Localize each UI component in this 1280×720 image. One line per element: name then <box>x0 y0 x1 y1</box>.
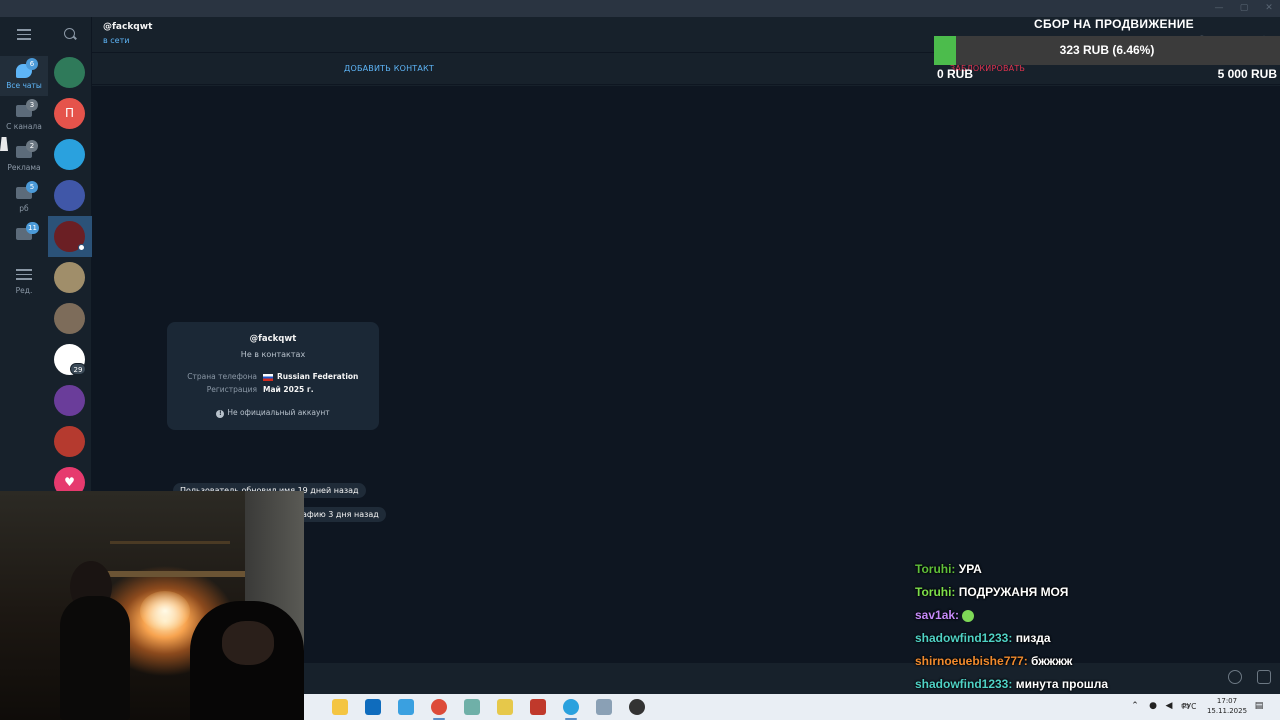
unread-badge: 11 <box>26 222 39 234</box>
donation-amount: 323 RUB (6.46%) <box>1059 43 1155 57</box>
chat-list-item[interactable]: П <box>48 93 92 134</box>
maximize-icon[interactable]: ▢ <box>1237 2 1251 14</box>
chat-username: shadowfind1233: <box>915 631 1016 645</box>
chat-text: бжжжж <box>1031 654 1073 668</box>
stream-chat-message: Toruhi: УРА <box>915 560 1275 583</box>
chat-username: Toruhi: <box>915 585 959 599</box>
notifications-icon[interactable]: ▤ <box>1254 701 1264 711</box>
donation-max: 5 000 RUB <box>1217 67 1277 81</box>
stream-chat-message: sav1ak: <box>915 606 1275 629</box>
files-icon[interactable] <box>596 699 612 715</box>
chat-list-item[interactable] <box>48 52 92 93</box>
folder-label: рб <box>19 204 29 213</box>
unread-badge: 2 <box>26 140 38 152</box>
chat-text: пизда <box>1015 631 1051 645</box>
sliders-icon <box>16 269 32 281</box>
minimize-icon[interactable]: — <box>1212 2 1226 14</box>
unread-badge: 29 <box>70 363 86 375</box>
chat-list-item[interactable] <box>48 298 92 339</box>
chat-list-item[interactable] <box>48 216 92 257</box>
obs-icon[interactable] <box>629 699 645 715</box>
unread-badge: 6 <box>26 58 38 70</box>
chrome-icon[interactable] <box>431 699 447 715</box>
clock-time: 17:07 <box>1216 697 1238 705</box>
avatar: П <box>54 98 85 129</box>
speaker-icon[interactable]: ◀ <box>1164 701 1174 711</box>
chat-username: shirnoeuebishe777: <box>915 654 1032 668</box>
avatar <box>54 385 85 416</box>
folder-from-channel[interactable]: 3 С канала <box>0 97 48 137</box>
folders-sidebar: 6 Все чаты 3 С канала 2 Реклама 5 рб 11 … <box>0 17 48 495</box>
windows-taskbar: ⌃ ● ◀ ▭ РУС 17:07 15.11.2025 ▤ <box>304 694 1280 720</box>
chat-text: УРА <box>958 562 982 576</box>
folder-rb[interactable]: 5 рб <box>0 179 48 219</box>
chat-list-item[interactable]: 29 <box>48 339 92 380</box>
clock-date: 15.11.2025 <box>1206 707 1248 715</box>
user-info-card: @fackqwt Не в контактах Страна телефона … <box>167 322 379 430</box>
chat-list-item[interactable] <box>48 257 92 298</box>
chat-text: минута прошла <box>1015 677 1109 691</box>
outlook-icon[interactable] <box>365 699 381 715</box>
stream-chat-message: shirnoeuebishe777: бжжжж <box>915 652 1275 675</box>
stream-chat-message: shadowfind1233: пизда <box>915 629 1275 652</box>
folder-label: Все чаты <box>6 81 42 90</box>
search-icon[interactable] <box>64 28 75 39</box>
info-icon: ! <box>216 410 225 418</box>
telegram-icon[interactable] <box>563 699 579 715</box>
chat-username: sav1ak: <box>915 608 963 622</box>
chat-list-item[interactable] <box>48 421 92 462</box>
folder-unnamed[interactable]: 11 <box>0 220 48 260</box>
menu-icon[interactable] <box>17 29 31 43</box>
clock[interactable]: 17:07 15.11.2025 <box>1204 696 1250 716</box>
chat-username: shadowfind1233: <box>915 677 1016 691</box>
unread-badge: 3 <box>26 99 38 111</box>
store-icon[interactable] <box>398 699 414 715</box>
donation-progress-bar: 323 RUB (6.46%) <box>934 36 1280 65</box>
pen-icon[interactable] <box>497 699 513 715</box>
service-message: афию 3 дня назад <box>295 507 386 522</box>
avatar <box>54 57 85 88</box>
online-indicator <box>78 244 85 251</box>
donation-min: 0 RUB <box>937 67 974 81</box>
language-indicator[interactable]: РУС <box>1182 702 1196 711</box>
info-value: Russian Federation <box>263 372 358 381</box>
chat-title: @fackqwt <box>103 22 153 32</box>
russia-flag-icon <box>263 373 273 381</box>
chat-username: Toruhi: <box>915 562 959 576</box>
donation-title: СБОР НА ПРОДВИЖЕНИЕ <box>1034 17 1194 31</box>
avatar <box>54 262 85 293</box>
info-key: Страна телефона <box>187 372 257 381</box>
chat-list-item[interactable] <box>48 134 92 175</box>
add-contact-button[interactable]: ДОБАВИТЬ КОНТАКТ <box>344 64 434 73</box>
chevron-up-icon[interactable]: ⌃ <box>1130 701 1140 711</box>
app-icon[interactable] <box>464 699 480 715</box>
explorer-icon[interactable] <box>332 699 348 715</box>
folder-label: Ред. <box>15 286 33 295</box>
chat-text: ПОДРУЖАНЯ МОЯ <box>958 585 1069 599</box>
avatar <box>54 180 85 211</box>
unread-badge: 5 <box>26 181 38 193</box>
folder-all-chats[interactable]: 6 Все чаты <box>0 56 48 96</box>
info-key: Регистрация <box>206 385 257 394</box>
avatar <box>54 139 85 170</box>
avatar <box>54 426 85 457</box>
online-status: в сети <box>103 36 130 45</box>
folder-label: С канала <box>6 122 42 131</box>
stream-chat-message: Toruhi: ПОДРУЖАНЯ МОЯ <box>915 583 1275 606</box>
chat-list-item[interactable] <box>48 175 92 216</box>
avatar <box>54 303 85 334</box>
folder-edit[interactable]: Ред. <box>0 261 48 301</box>
chat-list-item[interactable] <box>48 380 92 421</box>
folder-label: Реклама <box>7 163 41 172</box>
webcam-overlay <box>0 491 304 720</box>
emote-icon <box>962 609 975 622</box>
window-titlebar: — ▢ ✕ <box>0 0 1280 17</box>
info-contact-status: Не в контактах <box>240 350 306 359</box>
info-value: Май 2025 г. <box>263 385 314 394</box>
info-note: ! Не официальный аккаунт <box>167 408 379 418</box>
bug-icon[interactable] <box>530 699 546 715</box>
close-icon[interactable]: ✕ <box>1262 2 1276 14</box>
info-username: @fackqwt <box>249 334 297 344</box>
microphone-icon[interactable]: ● <box>1148 701 1158 711</box>
